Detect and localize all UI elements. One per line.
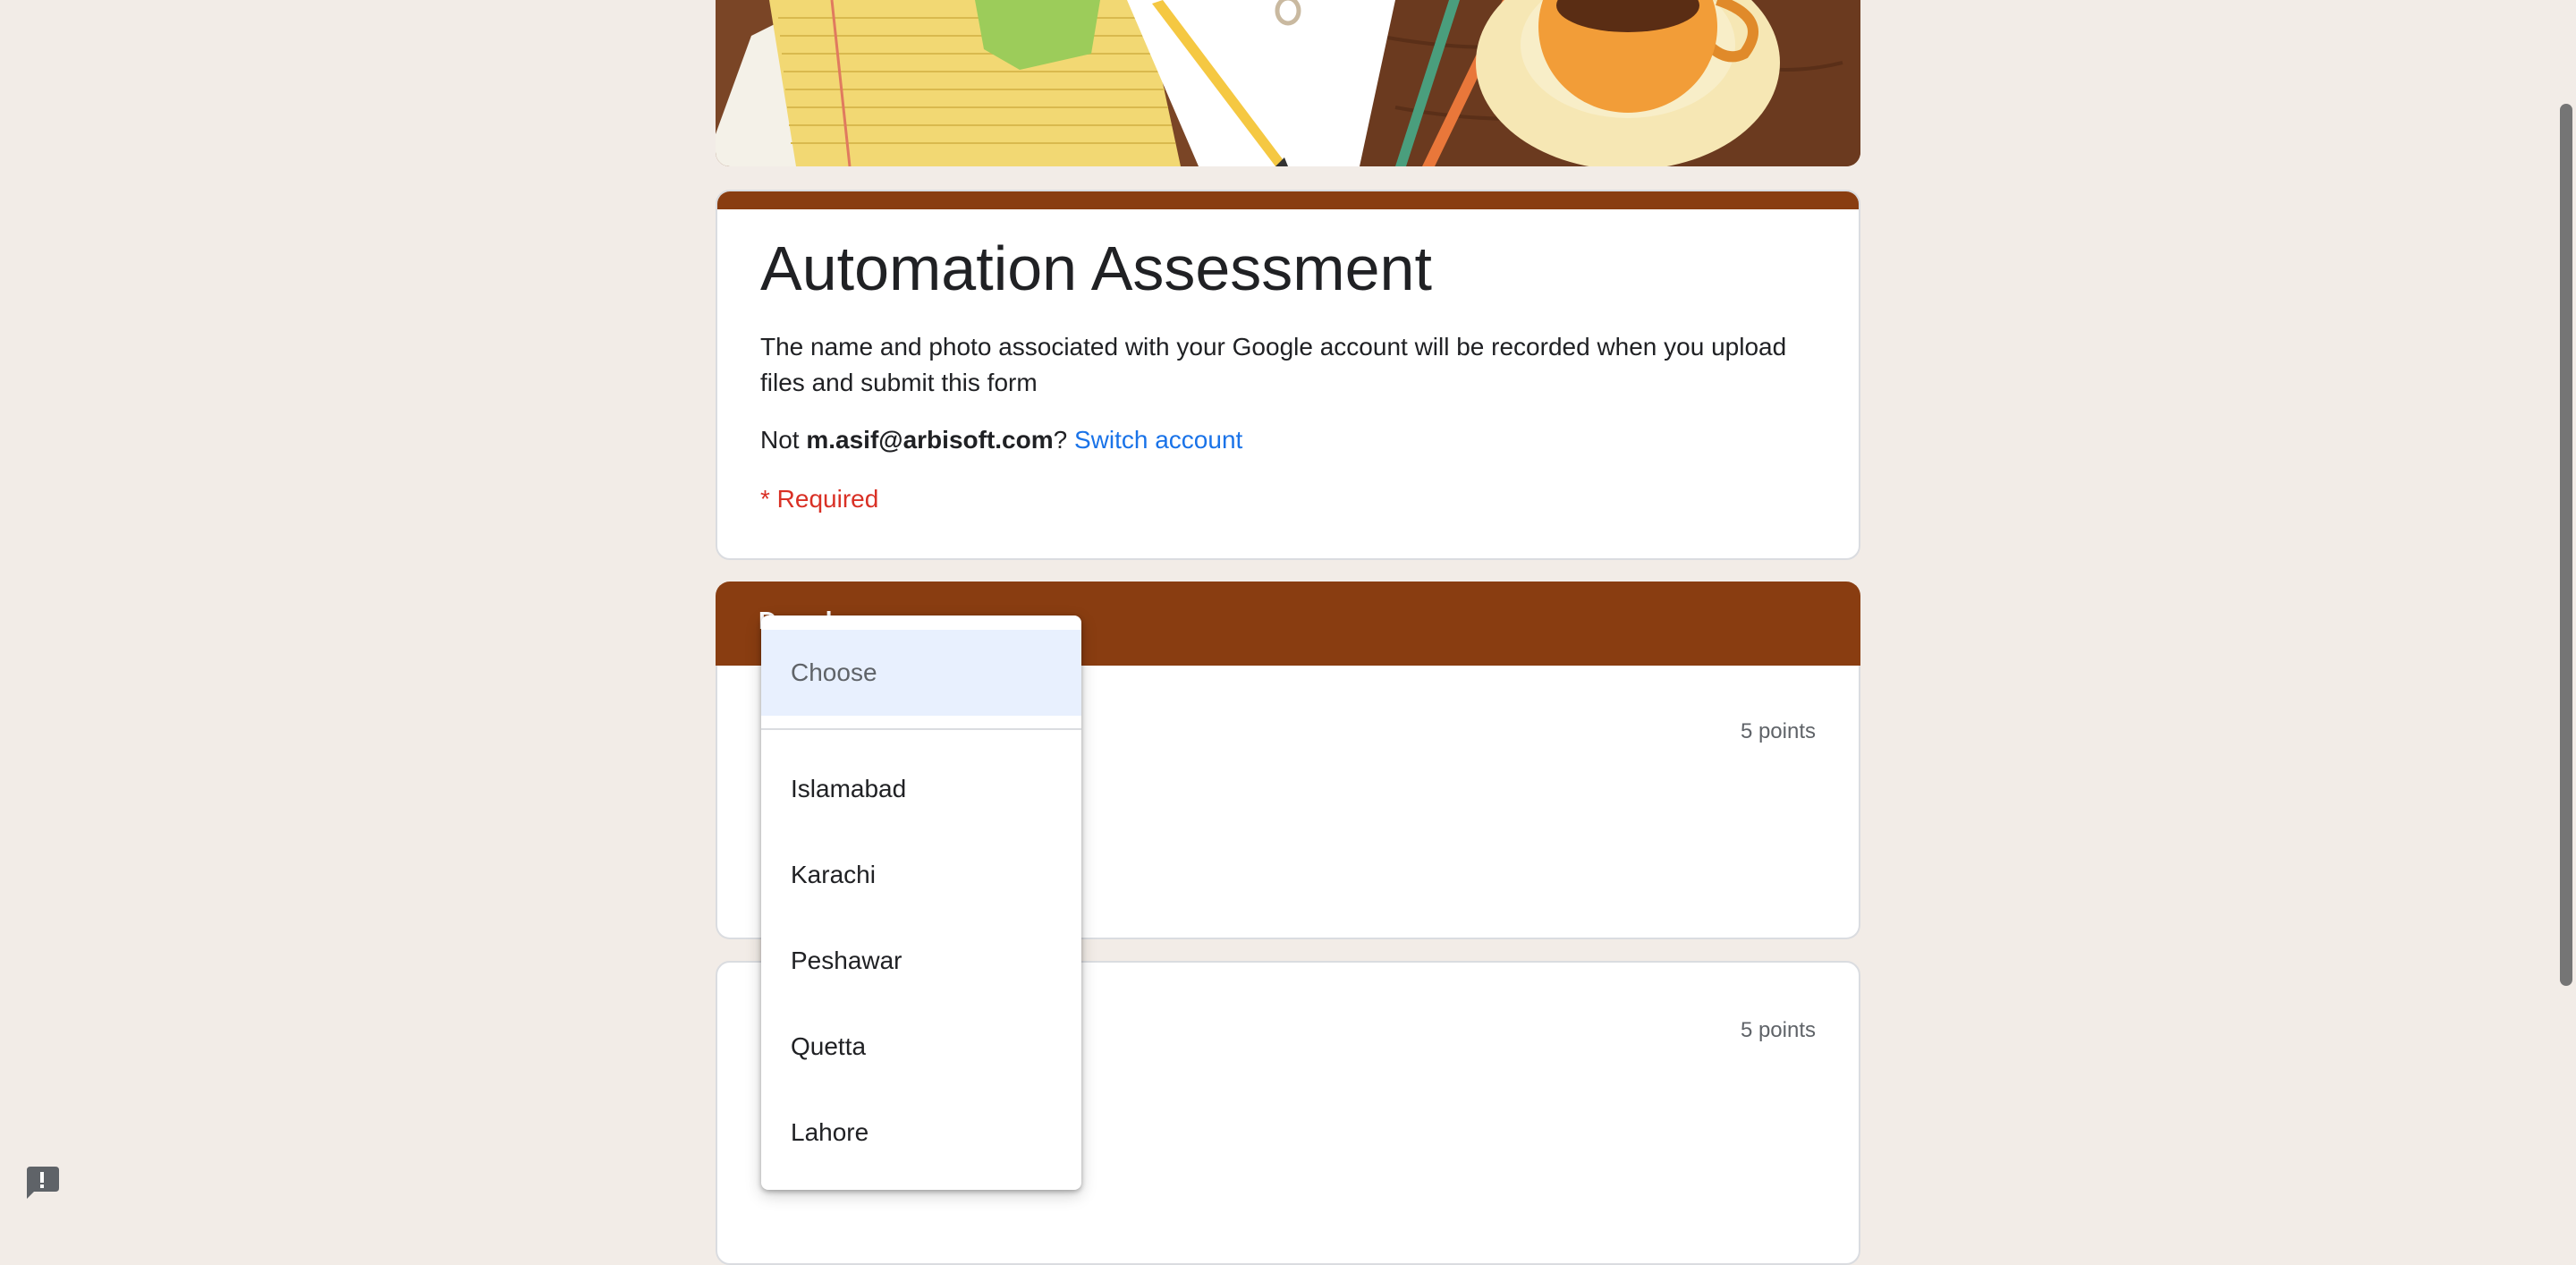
page-scrollbar[interactable] [2556,0,2576,1233]
question-points: 5 points [1740,719,1816,743]
switch-account-link[interactable]: Switch account [1074,426,1242,454]
dropdown-option-karachi[interactable]: Karachi [761,832,1081,918]
form-title: Automation Assessment [760,233,1432,303]
account-prefix: Not [760,426,807,454]
dropdown-option-quetta[interactable]: Quetta [761,1004,1081,1090]
account-email: m.asif@arbisoft.com [806,426,1054,454]
report-feedback-icon [27,1167,59,1199]
dropdown-option-peshawar[interactable]: Peshawar [761,918,1081,1004]
header-banner-image [716,0,1860,166]
dropdown-option-islamabad[interactable]: Islamabad [761,746,1081,832]
dropdown-option-choose[interactable]: Choose [761,630,1081,716]
question-points: 5 points [1740,1018,1816,1042]
dropdown-divider [761,728,1081,730]
account-notice: Not m.asif@arbisoft.com? Switch account [760,422,1242,458]
theme-accent-bar [717,191,1859,209]
required-note: * Required [760,485,879,513]
dropdown-option-lahore[interactable]: Lahore [761,1090,1081,1176]
dropdown-listbox[interactable]: Choose Islamabad Karachi Peshawar Quetta… [761,616,1081,1190]
form-header-card: Automation Assessment The name and photo… [716,190,1860,560]
scrollbar-thumb[interactable] [2560,104,2572,986]
report-feedback-button[interactable] [23,1163,61,1201]
form-description: The name and photo associated with your … [760,333,1787,396]
account-suffix: ? [1053,426,1074,454]
